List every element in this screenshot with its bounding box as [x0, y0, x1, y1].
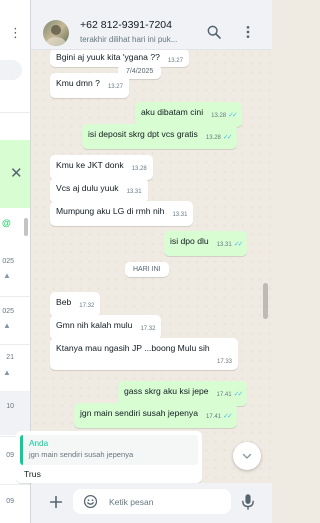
close-banner-icon[interactable]: ✕: [10, 164, 23, 182]
message-outgoing[interactable]: isi dpo dlu 13.31 ✓✓: [164, 231, 248, 256]
emoji-icon[interactable]: [83, 494, 98, 509]
message-time: 13.28: [131, 166, 147, 172]
message-time: 17.32: [79, 303, 95, 309]
avatar-photo: [46, 25, 66, 46]
contact-name[interactable]: +62 812-9391-7204: [80, 19, 172, 31]
chevron-down-icon: [242, 453, 252, 459]
message-text: isi deposit skrg dpt vcs gratis: [88, 129, 198, 139]
message-input[interactable]: Ketik pesan: [73, 489, 231, 514]
message-incoming[interactable]: Mumpung aku LG di rmh nih 13.31: [50, 201, 194, 226]
read-ticks-icon: ✓✓: [233, 241, 244, 248]
composer-bar: Ketik pesan: [31, 483, 272, 523]
message-time: 13.31: [126, 189, 142, 195]
read-ticks-icon: ✓✓: [222, 134, 233, 141]
quoted-message[interactable]: Anda jgn main sendiri susah jepenya: [20, 435, 198, 465]
avatar[interactable]: [43, 20, 69, 46]
message-area[interactable]: Bgini aj yuuk kita 'ygana ?? 13.27 7/4/20…: [31, 50, 272, 483]
message-time: 17.32: [140, 326, 156, 332]
message-text: gass skrg aku ksi jepe: [124, 386, 209, 396]
message-time: 17.41: [206, 414, 222, 420]
read-ticks-icon: ✓✓: [228, 112, 238, 119]
list-item-time: 025: [2, 308, 14, 315]
attach-plus-icon[interactable]: [48, 494, 64, 510]
message-time: 13.27: [167, 58, 183, 64]
chat-scrollbar[interactable]: [263, 283, 268, 319]
message-text: aku dibatam cini: [141, 107, 204, 117]
message-incoming[interactable]: Kmu ke JKT donk 13.28: [50, 155, 153, 180]
message-outgoing[interactable]: jgn main sendiri susah jepenya 17.41 ✓✓: [74, 403, 237, 428]
message-text: Trus: [24, 469, 41, 479]
message-time: 17.41: [216, 392, 232, 398]
list-item-time: 10: [6, 403, 14, 410]
more-options-icon[interactable]: [240, 24, 256, 40]
scroll-to-bottom-button[interactable]: [233, 442, 261, 470]
message-text: Kmu ke JKT donk: [56, 160, 124, 170]
message-input-placeholder: Ketik pesan: [109, 497, 154, 507]
quoted-text: jgn main sendiri susah jepenya: [29, 450, 134, 459]
message-text: Mumpung aku LG di rmh nih: [56, 206, 165, 216]
message-incoming[interactable]: Ktanya mau ngasih JP ...boong Mulu sih 1…: [50, 338, 238, 370]
list-item-time: 21: [6, 354, 14, 361]
read-ticks-icon: ✓✓: [233, 391, 244, 398]
list-item-selected[interactable]: [0, 391, 30, 435]
list-item-time: 09: [6, 498, 14, 505]
list-item-time: 025: [2, 258, 14, 265]
list-divider: [0, 344, 30, 345]
list-scrollbar[interactable]: [24, 218, 28, 236]
pin-icon: ▲: [3, 271, 11, 280]
list-menu-icon[interactable]: ⋮: [9, 26, 22, 39]
date-divider: HARI INI: [125, 262, 169, 277]
list-divider: [0, 484, 30, 485]
message-text: jgn main sendiri susah jepenya: [80, 408, 198, 418]
message-text: Vcs aj dulu yuuk: [56, 183, 119, 193]
pin-icon: ▲: [3, 368, 11, 377]
list-divider: [0, 296, 30, 297]
search-icon[interactable]: [206, 24, 222, 40]
message-incoming[interactable]: Gmn nih kalah mulu 17.32: [50, 315, 162, 340]
message-incoming[interactable]: Kmu dmn ? 13.27: [50, 73, 129, 98]
chat-header[interactable]: +62 812-9391-7204 terakhir dilihat hari …: [31, 0, 272, 50]
contact-status: terakhir dilihat hari ini puk...: [80, 35, 178, 44]
list-filter-pill[interactable]: [0, 60, 22, 80]
message-outgoing[interactable]: isi deposit skrg dpt vcs gratis 13.28 ✓✓: [82, 124, 237, 149]
list-divider: [0, 112, 30, 113]
message-time: 13.31: [172, 212, 188, 218]
microphone-icon[interactable]: [240, 493, 256, 511]
message-reply-incoming[interactable]: Anda jgn main sendiri susah jepenya Trus: [16, 431, 202, 483]
message-time: 17.33: [216, 359, 232, 365]
message-incoming[interactable]: Beb 17.32: [50, 292, 101, 317]
message-text: Bgini aj yuuk kita 'ygana ??: [56, 52, 160, 62]
message-text: Gmn nih kalah mulu: [56, 320, 133, 330]
quoted-author: Anda: [29, 439, 49, 448]
list-item-time: 09: [6, 452, 14, 459]
message-time: 13.31: [216, 242, 232, 248]
message-text: Beb: [56, 297, 72, 307]
message-time: 13.27: [107, 84, 123, 90]
message-incoming[interactable]: Vcs aj dulu yuuk 13.31: [50, 178, 148, 203]
read-ticks-icon: ✓✓: [223, 413, 233, 420]
message-time: 13.28: [211, 113, 227, 119]
message-time: 13.28: [205, 135, 221, 141]
message-text: Ktanya mau ngasih JP ...boong Mulu sih: [56, 343, 210, 353]
message-text: isi dpo dlu: [170, 236, 209, 246]
mention-icon: @: [2, 218, 11, 228]
pin-icon: ▲: [3, 321, 11, 330]
message-text: Kmu dmn ?: [56, 78, 100, 88]
